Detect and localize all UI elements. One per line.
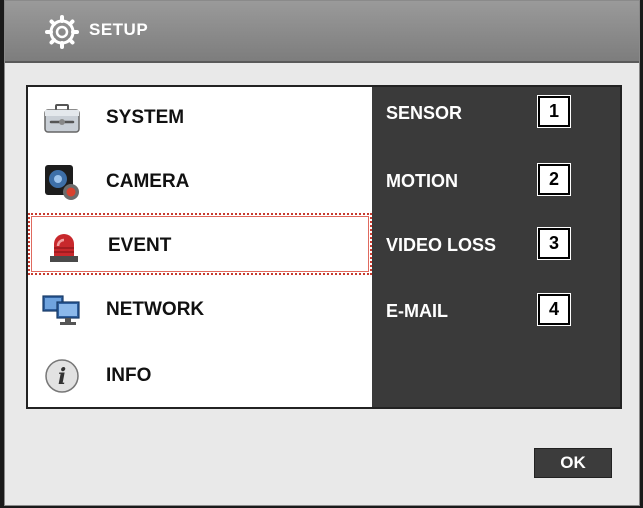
menu-item-network[interactable]: NETWORK — [28, 279, 372, 341]
menu-item-event[interactable]: EVENT — [28, 213, 372, 275]
menu-item-system[interactable]: SYSTEM — [28, 87, 372, 149]
menu-item-info[interactable]: i INFO — [28, 345, 372, 407]
menu-item-camera[interactable]: CAMERA — [28, 151, 372, 213]
alarm-light-icon — [50, 234, 78, 262]
submenu-label: VIDEO LOSS — [386, 235, 497, 255]
number-badge: 4 — [537, 293, 571, 326]
submenu-item-e-mail[interactable]: E-MAIL 4 — [372, 291, 620, 331]
toolbox-icon — [44, 104, 80, 133]
menu-label: EVENT — [108, 235, 172, 256]
submenu-item-motion[interactable]: MOTION 2 — [372, 161, 620, 201]
info-icon: i — [45, 359, 79, 393]
ok-button[interactable]: OK — [534, 448, 612, 478]
submenu-label: E-MAIL — [386, 301, 448, 321]
submenu-label: MOTION — [386, 171, 458, 191]
network-computers-icon — [42, 295, 80, 325]
camera-icon — [45, 165, 79, 200]
setup-panel: SYSTEM CAMERA EVENT NETWORK i INFO SENSO… — [26, 85, 622, 409]
number-badge: 1 — [537, 95, 571, 128]
svg-text:i: i — [58, 364, 66, 390]
submenu-item-video-loss[interactable]: VIDEO LOSS 3 — [372, 225, 620, 265]
menu-label: NETWORK — [106, 299, 205, 320]
submenu-item-sensor[interactable]: SENSOR 1 — [372, 93, 620, 133]
menu-label: INFO — [106, 365, 152, 386]
number-badge: 2 — [537, 163, 571, 196]
event-submenu: SENSOR 1 MOTION 2 VIDEO LOSS 3 E-MAIL 4 — [372, 87, 620, 407]
menu-label: SYSTEM — [106, 107, 185, 128]
gear-icon — [45, 15, 79, 49]
number-badge: 3 — [537, 227, 571, 260]
submenu-label: SENSOR — [386, 103, 463, 123]
window-title: SETUP — [89, 20, 149, 39]
title-bar: SETUP — [5, 1, 639, 63]
setup-menu: SYSTEM CAMERA EVENT NETWORK i INFO — [28, 87, 372, 407]
setup-window: SETUP SYSTEM CAMERA EVENT NETWORK i INFO… — [4, 0, 640, 506]
menu-label: CAMERA — [106, 171, 190, 192]
